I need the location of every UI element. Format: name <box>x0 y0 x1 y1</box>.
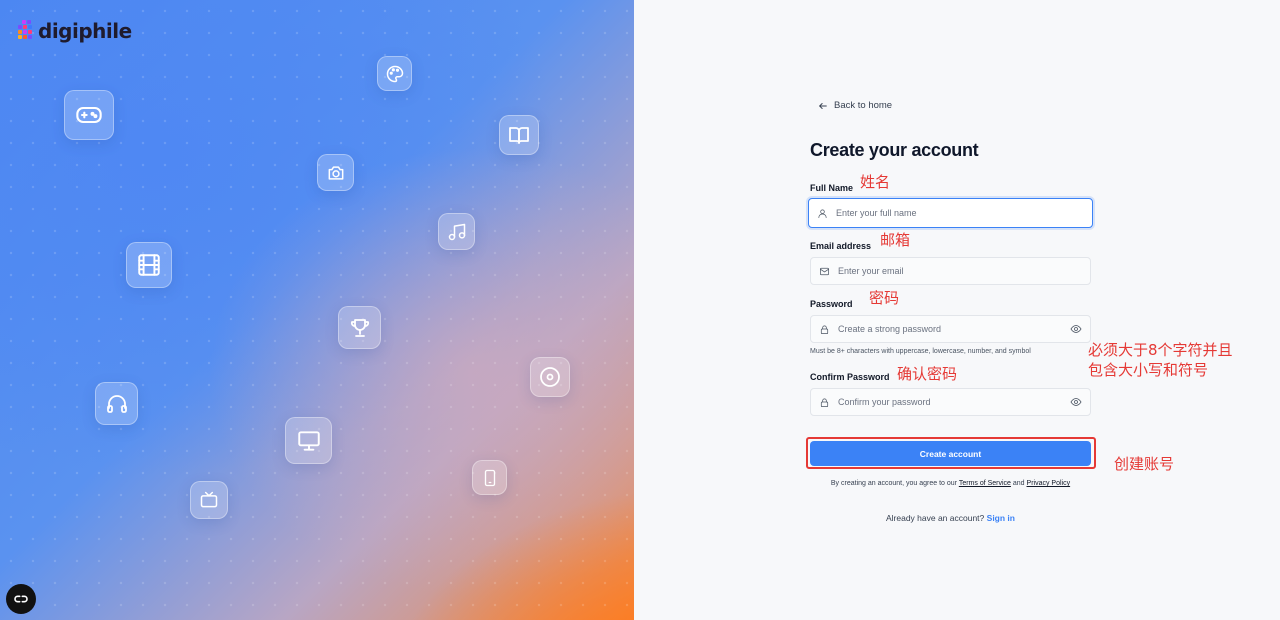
brand-name: digiphile <box>38 19 132 43</box>
terms-and: and <box>1012 480 1025 487</box>
tv-tile <box>190 481 228 519</box>
tv-icon <box>200 491 218 508</box>
trophy-icon <box>350 318 369 337</box>
email-field[interactable] <box>810 257 1091 285</box>
password-input[interactable] <box>838 324 1062 334</box>
back-label: Back to home <box>834 100 893 111</box>
annotation-name: 姓名 <box>860 173 891 191</box>
headphones-icon <box>106 394 127 413</box>
headphones-tile <box>95 382 138 425</box>
monitor-tile <box>285 417 332 464</box>
music-tile <box>438 213 475 250</box>
page-title: Create your account <box>810 140 979 160</box>
annotation-submit: 创建账号 <box>1114 455 1175 473</box>
book-icon <box>509 127 529 144</box>
trophy-tile <box>338 306 381 349</box>
arrow-left-icon <box>819 102 827 109</box>
email-label: Email address <box>810 241 872 251</box>
lock-icon <box>820 397 829 407</box>
eye-icon[interactable] <box>1070 396 1082 408</box>
monitor-icon <box>297 430 320 451</box>
terms-prefix: By creating an account, you agree to our <box>830 480 957 487</box>
email-input[interactable] <box>838 266 1082 276</box>
tablet-icon <box>484 469 495 486</box>
film-tile <box>126 242 172 288</box>
signin-prompt-text: Already have an account? <box>885 513 985 523</box>
password-field[interactable] <box>810 315 1091 343</box>
annotation-password-rule-line2: 包含大小写和符号 <box>1088 361 1209 380</box>
full-name-label: Full Name <box>810 183 854 193</box>
confirm-password-field[interactable] <box>810 388 1091 416</box>
privacy-policy-link[interactable]: Privacy Policy <box>1027 480 1071 487</box>
confirm-password-input[interactable] <box>838 397 1062 407</box>
eye-icon[interactable] <box>1070 323 1082 335</box>
password-label: Password <box>810 299 853 309</box>
floating-action-button[interactable] <box>6 584 36 614</box>
terms-notice: By creating an account, you agree to our… <box>810 480 1091 487</box>
disc-tile <box>530 357 570 397</box>
annotation-confirm: 确认密码 <box>897 365 958 383</box>
user-icon <box>818 208 827 218</box>
mail-icon <box>820 267 829 275</box>
confirm-password-label: Confirm Password <box>810 372 890 382</box>
brand-logo[interactable]: digiphile <box>18 18 132 44</box>
book-tile <box>499 115 539 155</box>
disc-icon <box>540 367 560 387</box>
palette-tile <box>377 56 412 91</box>
password-hint: Must be 8+ characters with uppercase, lo… <box>810 348 1031 355</box>
music-icon <box>448 223 465 240</box>
annotation-password-rule-line1: 必须大于8个字符并且 <box>1088 341 1233 359</box>
signup-panel: Back to home Create your account Full Na… <box>634 0 1280 620</box>
back-to-home-link[interactable]: Back to home <box>818 100 892 111</box>
link-icon <box>14 595 28 603</box>
camera-tile <box>317 154 354 191</box>
full-name-input[interactable] <box>836 208 1084 218</box>
lock-icon <box>820 324 829 334</box>
gamepad-tile <box>64 90 114 140</box>
camera-icon <box>328 165 343 180</box>
annotation-password: 密码 <box>869 289 900 307</box>
create-account-button[interactable]: Create account <box>810 441 1091 466</box>
full-name-field[interactable] <box>808 198 1093 228</box>
hero-panel: digiphile <box>0 0 634 620</box>
logo-mark-icon <box>18 18 36 44</box>
signin-prompt: Already have an account? Sign in <box>810 513 1091 523</box>
sign-in-link[interactable]: Sign in <box>987 513 1015 523</box>
film-icon <box>138 254 160 276</box>
palette-icon <box>386 65 403 82</box>
annotation-email: 邮箱 <box>880 231 911 249</box>
tablet-tile <box>472 460 507 495</box>
annotation-password-rule: 必须大于8个字符并且 包含大小写和符号 <box>1088 340 1233 381</box>
gamepad-icon <box>76 106 102 124</box>
terms-of-service-link[interactable]: Terms of Service <box>959 480 1011 487</box>
